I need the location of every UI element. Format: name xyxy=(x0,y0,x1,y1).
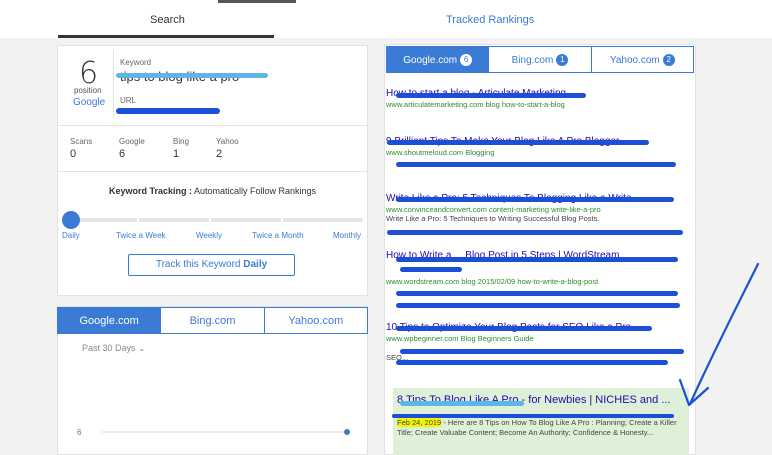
redaction-scribble xyxy=(396,93,586,98)
result-snippet: Write Like a Pro: 5 Techniques to Writin… xyxy=(386,214,600,223)
position-label: position xyxy=(74,86,102,95)
track-keyword-button[interactable]: Track this Keyword Daily xyxy=(128,254,295,276)
option-twice-a-week[interactable]: Twice a Week xyxy=(116,231,166,240)
results-tab-yahoo[interactable]: Yahoo.com 2 xyxy=(591,46,694,73)
data-point xyxy=(344,429,350,435)
count-badge: 1 xyxy=(556,54,569,67)
slider-notch xyxy=(209,218,211,222)
result-url: www.shoutmeloud.com Blogging xyxy=(386,148,495,157)
redaction-scribble xyxy=(400,401,524,406)
search-result[interactable]: How to start a blog - Articulate Marketi… xyxy=(386,88,692,109)
stat-label-google: Google xyxy=(119,137,145,146)
tracking-slider-track[interactable] xyxy=(67,218,363,222)
chart-tab-bing[interactable]: Bing.com xyxy=(161,307,265,334)
redaction-scribble xyxy=(400,349,684,354)
chart-tab-yahoo[interactable]: Yahoo.com xyxy=(264,307,368,334)
redaction-scribble xyxy=(396,291,678,296)
result-url: www.wpbeginner.com Blog Beginners Guide xyxy=(386,334,534,343)
result-url: www.articulatemarketing.com blog how-to-… xyxy=(386,100,565,109)
redaction-scribble xyxy=(396,326,652,331)
redaction-scribble xyxy=(400,267,462,272)
results-engine-tabs: Google.com 6 Bing.com 1 Yahoo.com 2 xyxy=(386,46,694,73)
redaction-scribble xyxy=(116,108,220,114)
chevron-down-icon: ⌄ xyxy=(138,343,146,353)
option-weekly[interactable]: Weekly xyxy=(196,231,222,240)
chart-tab-google[interactable]: Google.com xyxy=(57,307,162,334)
count-badge: 6 xyxy=(460,54,473,67)
result-url: www.convinceandconvert.com content-marke… xyxy=(386,205,601,214)
result-date: Feb 24, 2019 xyxy=(397,418,442,427)
option-monthly[interactable]: Monthly xyxy=(333,231,361,240)
y-tick-label: 6 xyxy=(77,428,82,437)
divider xyxy=(57,171,368,172)
divider xyxy=(113,50,114,118)
count-badge: 2 xyxy=(662,54,675,67)
divider xyxy=(57,125,368,126)
redaction-scribble xyxy=(387,140,649,145)
stat-label-yahoo: Yahoo xyxy=(216,137,239,146)
results-tab-google[interactable]: Google.com 6 xyxy=(386,46,490,73)
redaction-scribble xyxy=(116,73,268,78)
slider-notch xyxy=(281,218,283,222)
stat-value-google: 6 xyxy=(119,148,126,160)
tab-search[interactable]: Search xyxy=(150,14,185,26)
redaction-scribble xyxy=(387,230,683,235)
tab-tracked-rankings[interactable]: Tracked Rankings xyxy=(446,14,534,26)
url-label: URL xyxy=(120,96,137,105)
stat-label-bing: Bing xyxy=(173,137,190,146)
option-twice-a-month[interactable]: Twice a Month xyxy=(252,231,304,240)
result-snippet: Feb 24, 2019 - Here are 8 Tips on How To… xyxy=(397,418,677,437)
top-indicator xyxy=(218,0,296,3)
tracking-slider-knob[interactable] xyxy=(62,211,80,229)
redaction-scribble xyxy=(396,257,678,262)
redaction-scribble xyxy=(392,414,674,418)
redaction-scribble xyxy=(396,360,668,365)
results-tab-bing[interactable]: Bing.com 1 xyxy=(489,46,592,73)
chart-engine-tabs: Google.com Bing.com Yahoo.com xyxy=(57,307,368,334)
redaction-scribble xyxy=(396,162,676,167)
ranking-chart: 6 xyxy=(77,428,350,437)
top-bar xyxy=(0,0,772,38)
position-engine[interactable]: Google xyxy=(73,97,105,108)
stat-label-scans: Scans xyxy=(70,137,93,146)
search-tab-underline xyxy=(58,35,274,38)
slider-notch xyxy=(137,218,139,222)
keyword-label: Keyword xyxy=(120,58,152,67)
redaction-scribble xyxy=(396,303,680,308)
stat-value-yahoo: 2 xyxy=(216,148,223,160)
result-url: www.wordstream.com blog 2015/02/09 how-t… xyxy=(386,277,599,286)
stat-value-bing: 1 xyxy=(173,148,180,160)
option-daily[interactable]: Daily xyxy=(62,231,80,240)
date-range-dropdown[interactable]: Past 30 Days ⌄ xyxy=(82,343,146,354)
tracking-title: Keyword Tracking : Automatically Follow … xyxy=(108,186,317,196)
redaction-scribble xyxy=(396,197,674,202)
stat-value-scans: 0 xyxy=(70,148,77,160)
